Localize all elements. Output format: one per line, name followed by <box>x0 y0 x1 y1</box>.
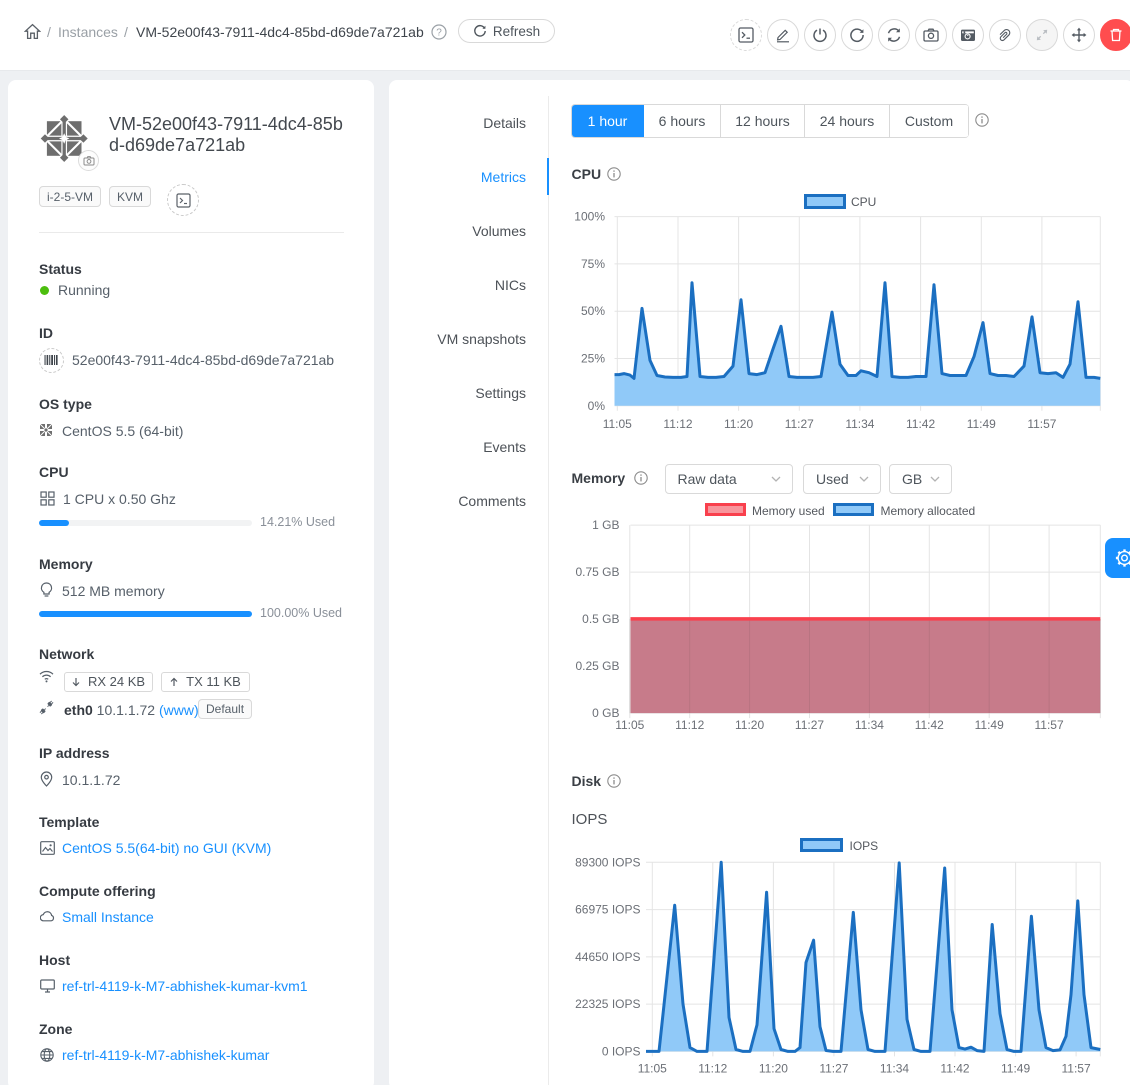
svg-text:11:12: 11:12 <box>698 1062 727 1076</box>
svg-text:0.5 GB: 0.5 GB <box>582 612 619 626</box>
svg-text:?: ? <box>436 28 442 39</box>
svg-text:11:20: 11:20 <box>724 417 753 431</box>
svg-text:11:49: 11:49 <box>967 417 996 431</box>
svg-text:11:05: 11:05 <box>603 417 632 431</box>
svg-text:100%: 100% <box>574 210 605 224</box>
svg-text:1 GB: 1 GB <box>592 518 619 532</box>
svg-text:75%: 75% <box>581 257 605 271</box>
svg-text:0.25 GB: 0.25 GB <box>575 659 619 673</box>
svg-text:11:05: 11:05 <box>615 718 644 732</box>
svg-text:11:42: 11:42 <box>940 1062 969 1076</box>
svg-text:11:34: 11:34 <box>845 417 874 431</box>
svg-text:11:57: 11:57 <box>1035 718 1064 732</box>
svg-text:11:49: 11:49 <box>1001 1062 1030 1076</box>
svg-text:11:12: 11:12 <box>663 417 692 431</box>
svg-text:11:42: 11:42 <box>915 718 944 732</box>
svg-text:11:27: 11:27 <box>819 1062 848 1076</box>
svg-text:0.75 GB: 0.75 GB <box>575 565 619 579</box>
svg-text:11:27: 11:27 <box>795 718 824 732</box>
svg-text:11:05: 11:05 <box>638 1062 667 1076</box>
svg-text:0 IOPS: 0 IOPS <box>602 1044 641 1058</box>
svg-text:11:49: 11:49 <box>975 718 1004 732</box>
svg-text:50%: 50% <box>581 304 605 318</box>
svg-text:25%: 25% <box>581 352 605 366</box>
svg-text:11:34: 11:34 <box>855 718 884 732</box>
svg-text:44650 IOPS: 44650 IOPS <box>575 950 640 964</box>
svg-text:11:20: 11:20 <box>759 1062 788 1076</box>
svg-text:11:12: 11:12 <box>675 718 704 732</box>
svg-text:66975 IOPS: 66975 IOPS <box>575 903 640 917</box>
svg-text:22325 IOPS: 22325 IOPS <box>575 997 640 1011</box>
svg-text:11:42: 11:42 <box>906 417 935 431</box>
svg-text:11:20: 11:20 <box>735 718 764 732</box>
svg-text:11:34: 11:34 <box>880 1062 909 1076</box>
svg-text:89300 IOPS: 89300 IOPS <box>575 855 640 869</box>
svg-text:0%: 0% <box>588 399 606 413</box>
svg-text:11:57: 11:57 <box>1062 1062 1091 1076</box>
svg-text:11:57: 11:57 <box>1027 417 1056 431</box>
svg-text:11:27: 11:27 <box>785 417 814 431</box>
